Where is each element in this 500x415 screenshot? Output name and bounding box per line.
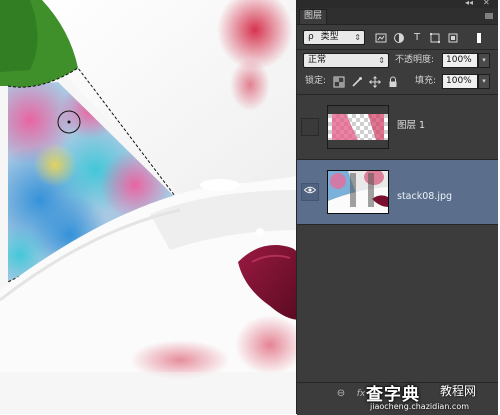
adjustment-filter-icon[interactable] — [393, 32, 405, 44]
link-icon[interactable]: ⊖ — [335, 388, 347, 400]
search-icon: ρ — [308, 32, 314, 42]
filter-toggle-icon[interactable] — [473, 32, 485, 44]
layer-row[interactable]: 图层 1 — [297, 95, 498, 160]
document-canvas[interactable] — [0, 0, 300, 414]
collapse-panel-icon[interactable]: ◂◂ — [465, 0, 473, 8]
type-filter-icon[interactable]: T — [411, 32, 423, 44]
opacity-slider-toggle[interactable]: ▾ — [478, 53, 490, 68]
layer-thumbnail — [327, 170, 389, 214]
smart-object-filter-icon[interactable] — [447, 32, 459, 44]
canvas-image — [0, 0, 300, 414]
watermark-site: 教程网 — [440, 384, 477, 398]
fill-slider-toggle[interactable]: ▾ — [478, 74, 490, 89]
layer-thumbnail — [327, 105, 389, 149]
lock-pixels-icon[interactable] — [351, 76, 363, 88]
panel-title-bar: ◂◂ ✕ — [297, 0, 498, 8]
layer-name[interactable]: 图层 1 — [397, 119, 425, 133]
fill-input[interactable]: 100% — [442, 74, 478, 89]
opacity-input[interactable]: 100% — [442, 53, 478, 68]
panel-tab-bar: 图层 — [297, 8, 498, 25]
filter-kind-label: 类型 — [320, 32, 339, 42]
layers-panel: ◂◂ ✕ 图层 ρ 类型 ⇕ T 正常 ⇕ 不透明度: 100% ▾ 锁定: 填… — [296, 0, 498, 415]
chevron-down-icon: ⇕ — [354, 33, 361, 42]
panel-menu-icon[interactable] — [484, 11, 494, 21]
layer-list-empty-area — [297, 226, 498, 382]
layer-name[interactable]: stack08.jpg — [397, 190, 452, 204]
pixel-filter-icon[interactable] — [375, 32, 387, 44]
blend-mode-dropdown[interactable]: 正常 ⇕ — [303, 53, 389, 68]
shape-filter-icon[interactable] — [429, 32, 441, 44]
watermark: 查字典 教程网 jiaocheng.chazidian.com — [366, 380, 500, 414]
fill-label: 填充: — [415, 76, 437, 86]
layer-row-selected[interactable]: stack08.jpg — [297, 160, 498, 225]
filter-kind-dropdown[interactable]: ρ 类型 ⇕ — [303, 30, 365, 45]
divider — [297, 49, 498, 50]
layer-filter-row: ρ 类型 ⇕ T — [297, 28, 498, 48]
tab-layers[interactable]: 图层 — [299, 9, 327, 24]
chevron-down-icon: ⇕ — [378, 56, 385, 65]
eye-icon[interactable] — [301, 183, 319, 201]
visibility-toggle[interactable] — [301, 118, 319, 136]
blend-opacity-row: 正常 ⇕ 不透明度: 100% ▾ — [297, 51, 498, 71]
watermark-url: jiaocheng.chazidian.com — [370, 402, 470, 411]
lock-transparent-icon[interactable] — [333, 76, 345, 88]
lock-label: 锁定: — [305, 76, 327, 86]
close-panel-icon[interactable]: ✕ — [483, 0, 490, 8]
blend-mode-value: 正常 — [308, 55, 327, 65]
lock-fill-row: 锁定: 填充: 100% ▾ — [297, 72, 498, 92]
opacity-label: 不透明度: — [395, 55, 435, 65]
lock-position-icon[interactable] — [369, 76, 381, 88]
lock-all-icon[interactable] — [387, 76, 399, 88]
